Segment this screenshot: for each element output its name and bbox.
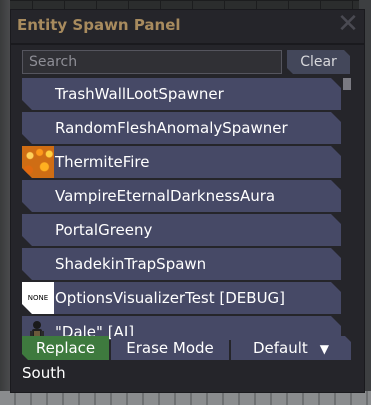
replace-button[interactable]: Replace bbox=[22, 336, 109, 360]
entity-spawn-panel: Entity Spawn Panel ✕ Clear TrashWallLoot… bbox=[10, 9, 365, 393]
direction-label: South bbox=[22, 364, 66, 382]
placement-mode-value: Default bbox=[252, 339, 308, 357]
list-item[interactable]: ThermiteFire bbox=[22, 146, 341, 178]
clear-button[interactable]: Clear bbox=[287, 50, 350, 74]
placement-mode-dropdown[interactable]: Default ▼ bbox=[231, 336, 351, 360]
list-item-label: ThermiteFire bbox=[55, 153, 150, 171]
list-item-label: TrashWallLootSpawner bbox=[55, 85, 224, 103]
list-item-label: OptionsVisualizerTest [DEBUG] bbox=[55, 289, 286, 307]
entity-list[interactable]: TrashWallLootSpawner RandomFleshAnomalyS… bbox=[22, 78, 341, 340]
erase-mode-button[interactable]: Erase Mode bbox=[111, 336, 229, 360]
list-item[interactable]: RandomFleshAnomalySpawner bbox=[22, 112, 341, 144]
scrollbar-track[interactable] bbox=[343, 78, 351, 340]
none-icon: NONE bbox=[22, 282, 54, 314]
list-item[interactable]: NONE OptionsVisualizerTest [DEBUG] bbox=[22, 282, 341, 314]
background-wall-left bbox=[0, 0, 10, 405]
list-item-label: ShadekinTrapSpawn bbox=[55, 255, 207, 273]
chevron-down-icon: ▼ bbox=[319, 342, 330, 356]
title-bar[interactable]: Entity Spawn Panel ✕ bbox=[11, 10, 364, 42]
list-item-label: VampireEternalDarknessAura bbox=[55, 187, 276, 205]
list-item[interactable]: TrashWallLootSpawner bbox=[22, 78, 341, 110]
scrollbar-thumb[interactable] bbox=[343, 78, 351, 90]
placement-mode-bar: Replace Erase Mode Default ▼ bbox=[22, 336, 351, 360]
background-floor-tiles bbox=[0, 391, 371, 405]
list-item-label: PortalGreeny bbox=[55, 221, 153, 239]
close-icon[interactable]: ✕ bbox=[336, 11, 360, 37]
list-item[interactable]: VampireEternalDarknessAura bbox=[22, 180, 341, 212]
fire-icon bbox=[22, 146, 54, 178]
list-item[interactable]: PortalGreeny bbox=[22, 214, 341, 246]
title-divider bbox=[11, 43, 364, 45]
panel-title: Entity Spawn Panel bbox=[17, 16, 181, 34]
search-input[interactable] bbox=[22, 50, 282, 74]
list-item[interactable]: ShadekinTrapSpawn bbox=[22, 248, 341, 280]
list-item-label: RandomFleshAnomalySpawner bbox=[55, 119, 288, 137]
